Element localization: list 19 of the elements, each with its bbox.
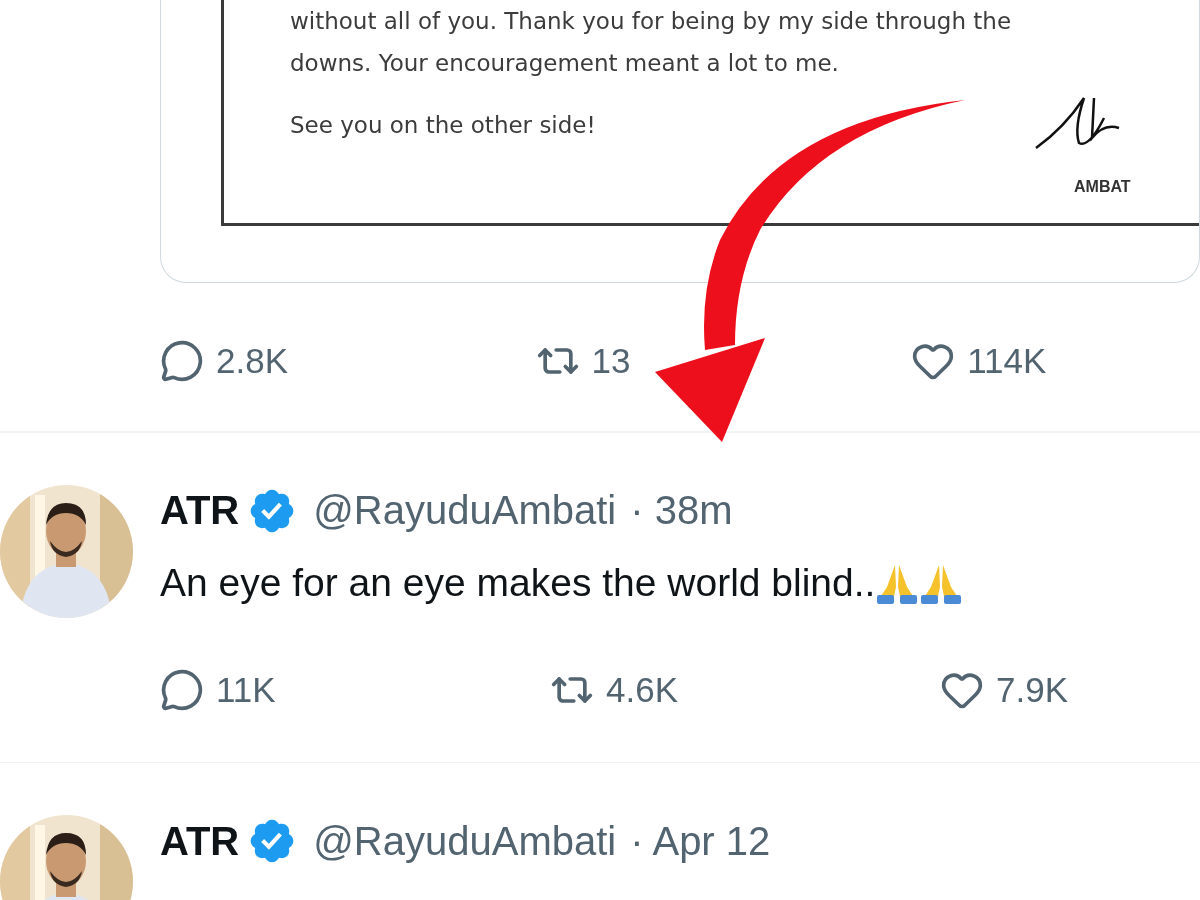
letter-closing: See you on the other side! <box>290 111 596 140</box>
retweet-count: 13 <box>591 341 631 381</box>
author-handle[interactable]: @RayuduAmbati <box>313 818 617 864</box>
reply-count: 2.8K <box>216 341 288 381</box>
like-count: 7.9K <box>996 669 1068 710</box>
retweet-count: 4.6K <box>606 669 678 710</box>
tweet-time[interactable]: · 38m <box>630 488 733 533</box>
letter-text: without all of you. Thank you for being by my side through the <box>290 7 1013 36</box>
reply-count: 11K <box>216 669 276 710</box>
tweet-time[interactable]: · Apr 12 <box>630 818 771 864</box>
like-count: 114K <box>967 341 1047 381</box>
author-name[interactable]: ATR <box>160 488 240 533</box>
author-handle[interactable]: @RayuduAmbati <box>313 488 617 533</box>
reply-icon[interactable] <box>160 667 204 712</box>
author-name[interactable]: ATR <box>160 818 240 864</box>
tweet-text: An eye for an eye makes the world blind.. <box>160 560 876 605</box>
signature-name: AMBAT <box>1074 178 1131 196</box>
reply-icon[interactable] <box>160 339 204 383</box>
letter-text: downs. Your encouragement meant a lot to me. <box>290 49 840 78</box>
